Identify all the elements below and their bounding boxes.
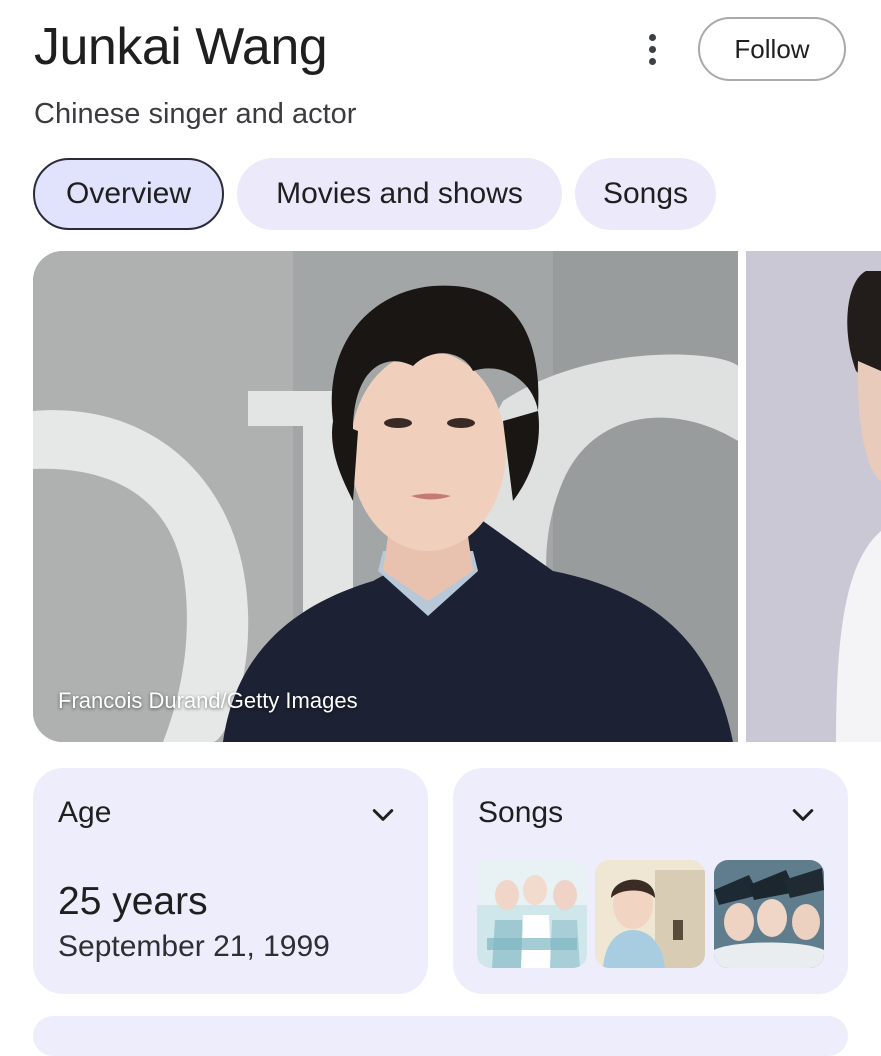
follow-button[interactable]: Follow [698, 17, 846, 81]
more-vert-icon[interactable] [632, 28, 672, 70]
age-card[interactable]: Age 25 years September 21, 1999 [33, 768, 428, 994]
album-cover-1[interactable] [477, 860, 587, 968]
songs-card-title: Songs [478, 796, 564, 829]
side-image[interactable] [746, 251, 881, 742]
album-cover-3[interactable] [714, 860, 824, 968]
page-title: Junkai Wang [34, 18, 328, 76]
age-card-title: Age [58, 796, 112, 829]
songs-card[interactable]: Songs [453, 768, 848, 994]
age-value: 25 years [58, 880, 208, 923]
photo-credit: Francois Durand/Getty Images [58, 688, 358, 713]
hero-image[interactable]: Francois Durand/Getty Images [33, 251, 738, 742]
side-photo [746, 251, 881, 742]
birth-date: September 21, 1999 [58, 930, 330, 963]
hero-photo [33, 251, 738, 742]
tab-songs[interactable]: Songs [575, 158, 716, 230]
more-dot [648, 45, 656, 53]
more-dot [648, 57, 656, 65]
tab-overview[interactable]: Overview [33, 158, 224, 230]
album-art [477, 860, 587, 968]
next-card[interactable] [33, 1016, 848, 1056]
album-cover-2[interactable] [595, 860, 705, 968]
page-subtitle: Chinese singer and actor [34, 98, 357, 130]
album-art [714, 860, 824, 968]
album-art [595, 860, 705, 968]
more-dot [648, 33, 656, 41]
tab-movies-and-shows[interactable]: Movies and shows [237, 158, 562, 230]
chevron-down-icon[interactable] [788, 800, 818, 830]
chevron-down-icon[interactable] [368, 800, 398, 830]
